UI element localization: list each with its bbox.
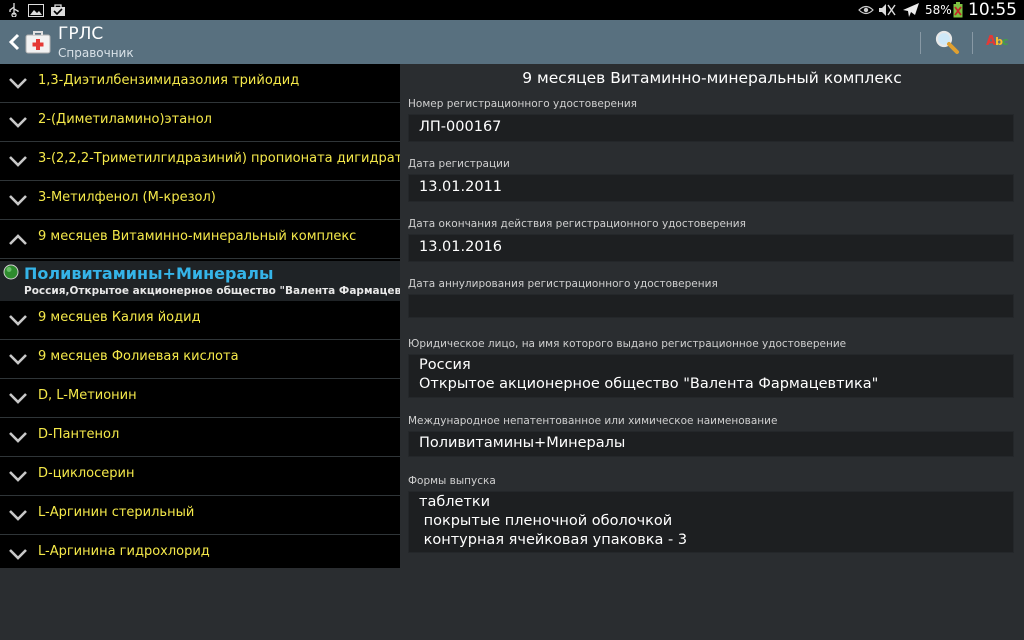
first-aid-kit-icon[interactable]	[25, 30, 51, 54]
chevron-down-icon	[9, 117, 27, 128]
abc-sort-button[interactable]: Abc	[986, 34, 1008, 49]
list-item-expanded[interactable]: 9 месяцев Витаминно-минеральный комплекс	[0, 220, 400, 259]
list-item[interactable]: L-Аргинин стерильный	[0, 496, 400, 535]
clock: 10:55	[968, 0, 1017, 20]
check-bag-icon	[50, 3, 66, 17]
list-item-label: 9 месяцев Витаминно-минеральный комплекс	[38, 229, 357, 244]
list-item-label: 3-(2,2,2-Триметилгидразиний) пропионата …	[38, 151, 403, 166]
list-item-label: 3-Метилфенол (М-крезол)	[38, 190, 216, 205]
list-item[interactable]: 1,3-Диэтилбензимидазолия трийодид	[0, 64, 400, 103]
chevron-down-icon	[9, 156, 27, 167]
field-value-line: Россия	[419, 357, 471, 373]
status-dot-icon	[3, 264, 19, 280]
abc-letter-a: A	[986, 34, 996, 49]
field-value-line: покрытые пленочной оболочкой	[419, 513, 673, 529]
substance-list[interactable]: 1,3-Диэтилбензимидазолия трийодид 2-(Дим…	[0, 64, 434, 568]
back-arrow-icon[interactable]	[8, 32, 22, 52]
list-item-label: 1,3-Диэтилбензимидазолия трийодид	[38, 73, 300, 88]
list-subitem[interactable]: Поливитамины+Минералы Россия,Открытое ак…	[0, 261, 434, 301]
field-label-cancel-date: Дата аннулирования регистрационного удос…	[408, 278, 718, 290]
subitem-maker: Россия,Открытое акционерное общество "Ва…	[24, 285, 435, 297]
field-value-line: контурная ячейковая упаковка - 3	[419, 532, 688, 548]
list-item-label: 2-(Диметиламино)этанол	[38, 112, 212, 127]
battery-percent: 58%	[925, 3, 952, 17]
field-label-reg-date: Дата регистрации	[408, 158, 510, 170]
chevron-up-icon	[9, 234, 27, 245]
list-item[interactable]: 9 месяцев Калия йодид	[0, 301, 400, 340]
field-cancel-date[interactable]	[408, 294, 1014, 318]
field-expiry-date[interactable]: 13.01.2016	[408, 234, 1014, 262]
list-item-label: D-Пантенол	[38, 427, 120, 442]
mute-icon	[878, 3, 896, 17]
field-value-line: таблетки	[419, 494, 491, 510]
field-reg-number[interactable]: ЛП-000167	[408, 114, 1014, 142]
field-value: 13.01.2011	[419, 179, 503, 195]
chevron-down-icon	[9, 78, 27, 89]
field-label-legal-entity: Юридическое лицо, на имя которого выдано…	[408, 338, 847, 350]
divider	[972, 32, 973, 54]
chevron-down-icon	[9, 315, 27, 326]
list-item-label: D-циклосерин	[38, 466, 135, 481]
list-item-label: 9 месяцев Фолиевая кислота	[38, 349, 239, 364]
list-item[interactable]: 2-(Диметиламино)этанол	[0, 103, 400, 142]
search-icon[interactable]	[934, 29, 960, 55]
action-bar: ГРЛС Справочник Abc	[0, 20, 1024, 64]
list-item[interactable]: 3-Метилфенол (М-крезол)	[0, 181, 400, 220]
chevron-down-icon	[9, 432, 27, 443]
image-icon	[28, 3, 44, 17]
field-label-expiry-date: Дата окончания действия регистрационного…	[408, 218, 746, 230]
chevron-down-icon	[9, 510, 27, 521]
list-item-label: L-Аргинина гидрохлорид	[38, 544, 210, 559]
field-label-release-forms: Формы выпуска	[408, 475, 496, 487]
abc-letter-b: b	[995, 35, 1003, 48]
field-release-forms[interactable]: таблетки покрытые пленочной оболочкой ко…	[408, 491, 1014, 553]
list-item[interactable]: 3-(2,2,2-Триметилгидразиний) пропионата …	[0, 142, 403, 181]
app-title: ГРЛС	[58, 24, 104, 44]
chevron-down-icon	[9, 354, 27, 365]
list-item[interactable]: D-Пантенол	[0, 418, 400, 457]
subitem-name: Поливитамины+Минералы	[24, 264, 274, 283]
list-item[interactable]: D-циклосерин	[0, 457, 400, 496]
chevron-down-icon	[9, 549, 27, 560]
field-inn[interactable]: Поливитамины+Минералы	[408, 431, 1014, 457]
field-reg-date[interactable]: 13.01.2011	[408, 174, 1014, 202]
divider	[920, 32, 921, 54]
field-value: Поливитамины+Минералы	[419, 435, 626, 451]
list-item-label: 9 месяцев Калия йодид	[38, 310, 201, 325]
chevron-down-icon	[9, 471, 27, 482]
chevron-down-icon	[9, 195, 27, 206]
list-item[interactable]: D, L-Метионин	[0, 379, 400, 418]
field-value: 13.01.2016	[419, 239, 503, 255]
field-legal-entity[interactable]: Россия Открытое акционерное общество "Ва…	[408, 354, 1014, 398]
eye-icon	[858, 3, 874, 17]
chevron-down-icon	[9, 393, 27, 404]
abc-letter-c: c	[1001, 35, 1008, 48]
empty-area	[0, 568, 400, 640]
field-label-inn: Международное непатентованное или химиче…	[408, 415, 778, 427]
field-value: ЛП-000167	[419, 119, 502, 135]
detail-panel: 9 месяцев Витаминно-минеральный комплекс…	[400, 64, 1024, 640]
app-subtitle: Справочник	[58, 46, 134, 60]
list-item-label: L-Аргинин стерильный	[38, 505, 195, 520]
field-value-line: Открытое акционерное общество "Валента Ф…	[419, 376, 879, 392]
status-bar: 58% 10:55	[0, 0, 1024, 20]
list-item-label: D, L-Метионин	[38, 388, 137, 403]
battery-icon	[952, 2, 964, 18]
airplane-icon	[902, 3, 920, 17]
detail-title: 9 месяцев Витаминно-минеральный комплекс	[522, 69, 902, 87]
list-item[interactable]: 9 месяцев Фолиевая кислота	[0, 340, 400, 379]
usb-icon	[8, 3, 20, 17]
field-label-reg-number: Номер регистрационного удостоверения	[408, 98, 637, 110]
